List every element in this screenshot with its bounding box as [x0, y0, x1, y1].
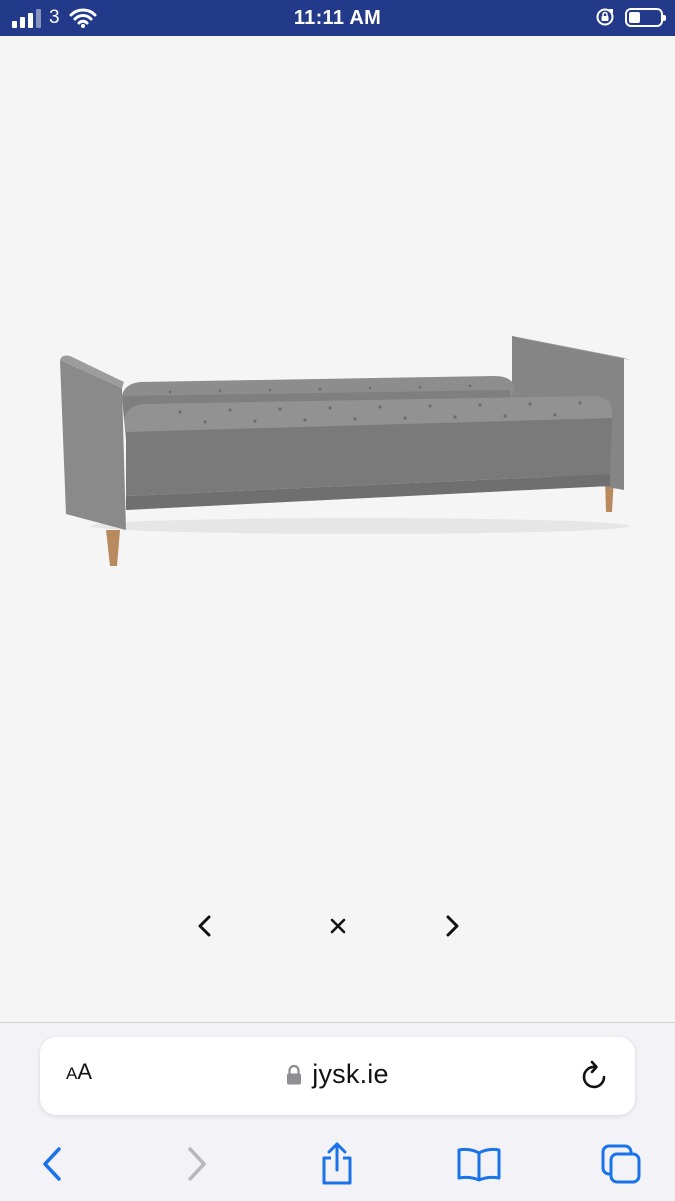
tabs-icon: [601, 1144, 641, 1184]
status-right: [595, 7, 666, 27]
orientation-lock-icon: [596, 8, 614, 26]
status-time: 11:11 AM: [293, 7, 382, 29]
gallery-close-button[interactable]: [316, 906, 360, 946]
bookmarks-icon: [457, 1147, 501, 1182]
tabs-button[interactable]: [596, 1139, 646, 1189]
battery-icon: [625, 7, 666, 27]
reload-icon[interactable]: [579, 1059, 611, 1093]
back-button[interactable]: [27, 1139, 77, 1189]
chevron-right-icon: [446, 915, 459, 937]
forward-icon: [188, 1147, 206, 1181]
chevron-left-icon: [198, 915, 211, 937]
gallery-next-button[interactable]: [430, 906, 474, 946]
browser-bottom-bar: AA jysk.ie: [0, 1022, 675, 1201]
address-bar[interactable]: AA jysk.ie: [40, 1037, 635, 1115]
url-text: jysk.ie: [312, 1059, 389, 1089]
share-button[interactable]: [312, 1139, 362, 1189]
bookmarks-button[interactable]: [454, 1139, 504, 1189]
forward-button[interactable]: [172, 1139, 222, 1189]
back-icon: [43, 1147, 61, 1181]
status-bar: 3 11:11 AM: [0, 0, 675, 36]
lock-icon: [287, 1064, 302, 1084]
gallery-prev-button[interactable]: [183, 906, 227, 946]
sofa-bed-image: [60, 336, 630, 566]
share-icon: [322, 1142, 352, 1185]
url-display[interactable]: jysk.ie: [40, 1059, 635, 1090]
close-icon: [330, 918, 346, 934]
